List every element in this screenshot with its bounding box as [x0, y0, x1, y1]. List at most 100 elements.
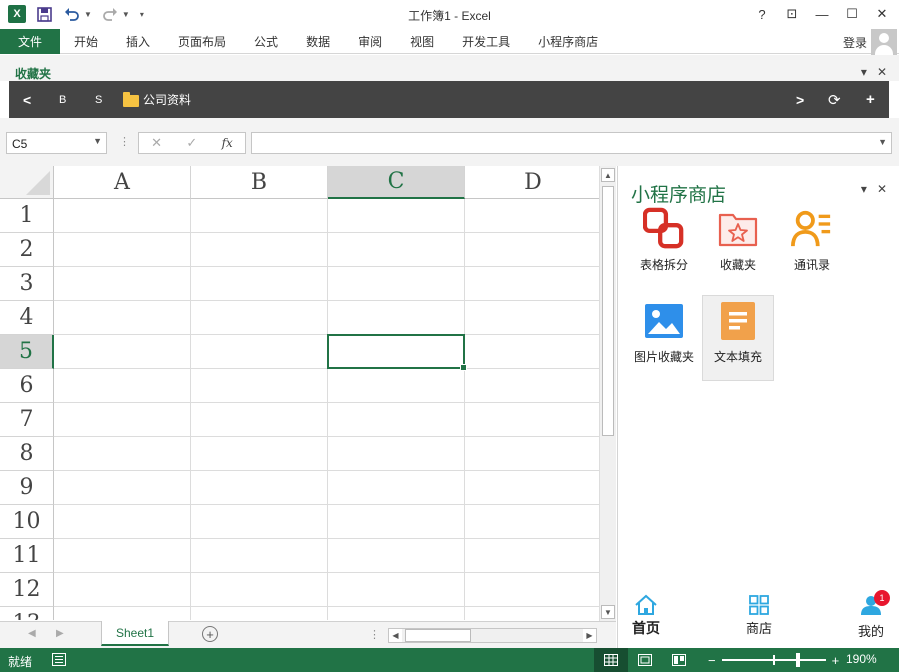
favorites-close-icon[interactable]: ✕ — [877, 65, 887, 79]
row-header[interactable]: 5 — [0, 335, 54, 369]
row-header[interactable]: 11 — [0, 539, 54, 573]
row-header[interactable]: 10 — [0, 505, 54, 539]
confirm-entry-button[interactable]: ✓ — [186, 135, 197, 151]
favorites-s-button[interactable]: S — [95, 81, 102, 118]
favorites-b-button[interactable]: B — [59, 81, 66, 118]
page-layout-view-button[interactable] — [628, 648, 662, 672]
favorites-folder-company[interactable]: 公司资料 — [123, 81, 191, 118]
ribbon-tab[interactable]: 页面布局 — [164, 33, 240, 50]
zoom-slider[interactable] — [721, 652, 826, 668]
minimize-button[interactable]: — — [811, 4, 833, 24]
scroll-right-icon[interactable]: ▶ — [583, 629, 596, 642]
row-header[interactable]: 9 — [0, 471, 54, 505]
normal-view-icon — [604, 654, 618, 666]
contacts-icon — [791, 208, 833, 250]
vertical-scrollbar[interactable]: ▲ ▼ — [599, 166, 616, 621]
undo-dropdown-icon[interactable]: ▼ — [84, 10, 92, 19]
row-header[interactable]: 8 — [0, 437, 54, 471]
formula-bar-resize-handle[interactable]: ⋮ — [119, 135, 130, 148]
excel-logo-icon[interactable]: X — [8, 5, 26, 23]
app-label: 图片收藏夹 — [634, 350, 694, 364]
favorites-refresh-button[interactable]: ⟳ — [828, 81, 841, 118]
insert-function-button[interactable]: fx — [222, 136, 233, 150]
zoom-in-button[interactable]: + — [832, 653, 840, 668]
sheet-prev-icon[interactable]: ◀ — [28, 628, 36, 639]
app-text-fill[interactable]: 文本填充 — [702, 295, 774, 381]
row-header[interactable]: 3 — [0, 267, 54, 301]
tab-file[interactable]: 文件 — [0, 29, 60, 54]
row-header[interactable]: 13 — [0, 607, 54, 620]
ribbon-tab[interactable]: 开发工具 — [448, 33, 524, 50]
row-header[interactable]: 12 — [0, 573, 54, 607]
formula-input[interactable]: ▼ — [251, 132, 892, 154]
favorites-menu-icon[interactable]: ▾ — [861, 65, 867, 79]
column-header[interactable]: C — [328, 166, 465, 199]
row-header[interactable]: 1 — [0, 199, 54, 233]
help-button[interactable]: ? — [751, 4, 773, 24]
tab-split-handle[interactable]: ⋮ — [369, 628, 380, 641]
vertical-scroll-thumb[interactable] — [602, 186, 614, 436]
row-header[interactable]: 7 — [0, 403, 54, 437]
nav-home-label: 首页 — [632, 620, 660, 636]
column-header[interactable]: A — [54, 166, 191, 199]
close-button[interactable]: ✕ — [871, 4, 893, 24]
ribbon-tab[interactable]: 数据 — [292, 33, 344, 50]
macro-record-icon[interactable] — [52, 653, 66, 666]
scroll-down-icon[interactable]: ▼ — [601, 605, 615, 619]
name-box-dropdown-icon[interactable]: ▼ — [93, 136, 102, 146]
save-icon[interactable] — [34, 4, 54, 24]
column-header[interactable]: B — [191, 166, 328, 199]
worksheet-grid[interactable]: ABCD12345678910111213 — [0, 166, 599, 620]
scroll-up-icon[interactable]: ▲ — [601, 168, 615, 182]
select-all-corner[interactable] — [0, 166, 54, 199]
row-gridline — [54, 232, 599, 233]
row-header[interactable]: 4 — [0, 301, 54, 335]
customize-toolbar-icon[interactable]: ▾ — [140, 10, 144, 19]
avatar[interactable] — [871, 29, 897, 55]
ribbon-tab[interactable]: 小程序商店 — [524, 33, 612, 50]
zoom-slider-knob[interactable] — [795, 653, 800, 667]
ribbon-tab[interactable]: 插入 — [112, 33, 164, 50]
maximize-button[interactable]: ☐ — [841, 4, 863, 24]
ribbon-tab[interactable]: 审阅 — [344, 33, 396, 50]
app-table-split[interactable]: 表格拆分 — [628, 204, 700, 290]
page-break-view-button[interactable] — [662, 648, 696, 672]
app-image-favorites[interactable]: 图片收藏夹 — [628, 296, 700, 382]
panel-menu-icon[interactable]: ▾ — [861, 182, 867, 196]
sheet-tab-sheet1[interactable]: Sheet1 — [101, 621, 169, 646]
panel-close-icon[interactable]: ✕ — [877, 182, 887, 196]
favorites-forward-button[interactable]: > — [796, 81, 804, 118]
scroll-left-icon[interactable]: ◀ — [389, 629, 402, 642]
row-header[interactable]: 2 — [0, 233, 54, 267]
cancel-entry-button[interactable]: ✕ — [151, 135, 162, 151]
favorites-back-button[interactable]: < — [23, 81, 31, 118]
favorites-add-button[interactable]: + — [866, 81, 875, 118]
nav-mine-label: 我的 — [858, 624, 885, 639]
ribbon-tab[interactable]: 开始 — [60, 33, 112, 50]
row-header[interactable]: 6 — [0, 369, 54, 403]
column-header[interactable]: D — [465, 166, 599, 199]
ribbon-tab[interactable]: 视图 — [396, 33, 448, 50]
zoom-out-button[interactable]: − — [708, 653, 716, 668]
undo-icon[interactable] — [62, 4, 82, 24]
selected-cell[interactable] — [327, 334, 467, 371]
horizontal-scroll-thumb[interactable] — [405, 629, 471, 642]
zoom-level[interactable]: 190% — [846, 652, 877, 666]
sheet-next-icon[interactable]: ▶ — [56, 628, 64, 639]
nav-home[interactable]: 首页 — [632, 594, 660, 638]
add-sheet-button[interactable]: + — [202, 626, 218, 642]
normal-view-button[interactable] — [594, 648, 628, 672]
redo-icon[interactable] — [100, 4, 120, 24]
redo-dropdown-icon[interactable]: ▼ — [122, 10, 130, 19]
app-contacts[interactable]: 通讯录 — [776, 204, 848, 290]
name-box[interactable]: C5 ▼ — [6, 132, 107, 154]
formula-expand-icon[interactable]: ▼ — [878, 137, 887, 147]
nav-mine[interactable]: 1 我的 — [858, 590, 890, 640]
formula-bar: C5 ▼ ⋮ ✕ ✓ fx ▼ — [0, 118, 899, 166]
login-link[interactable]: 登录 — [843, 34, 867, 51]
nav-store[interactable]: 商店 — [746, 594, 772, 637]
ribbon-display-options-button[interactable]: ⊡ — [781, 4, 803, 24]
app-favorites[interactable]: 收藏夹 — [702, 204, 774, 290]
horizontal-scrollbar[interactable]: ◀ ▶ — [388, 628, 597, 643]
ribbon-tab[interactable]: 公式 — [240, 33, 292, 50]
